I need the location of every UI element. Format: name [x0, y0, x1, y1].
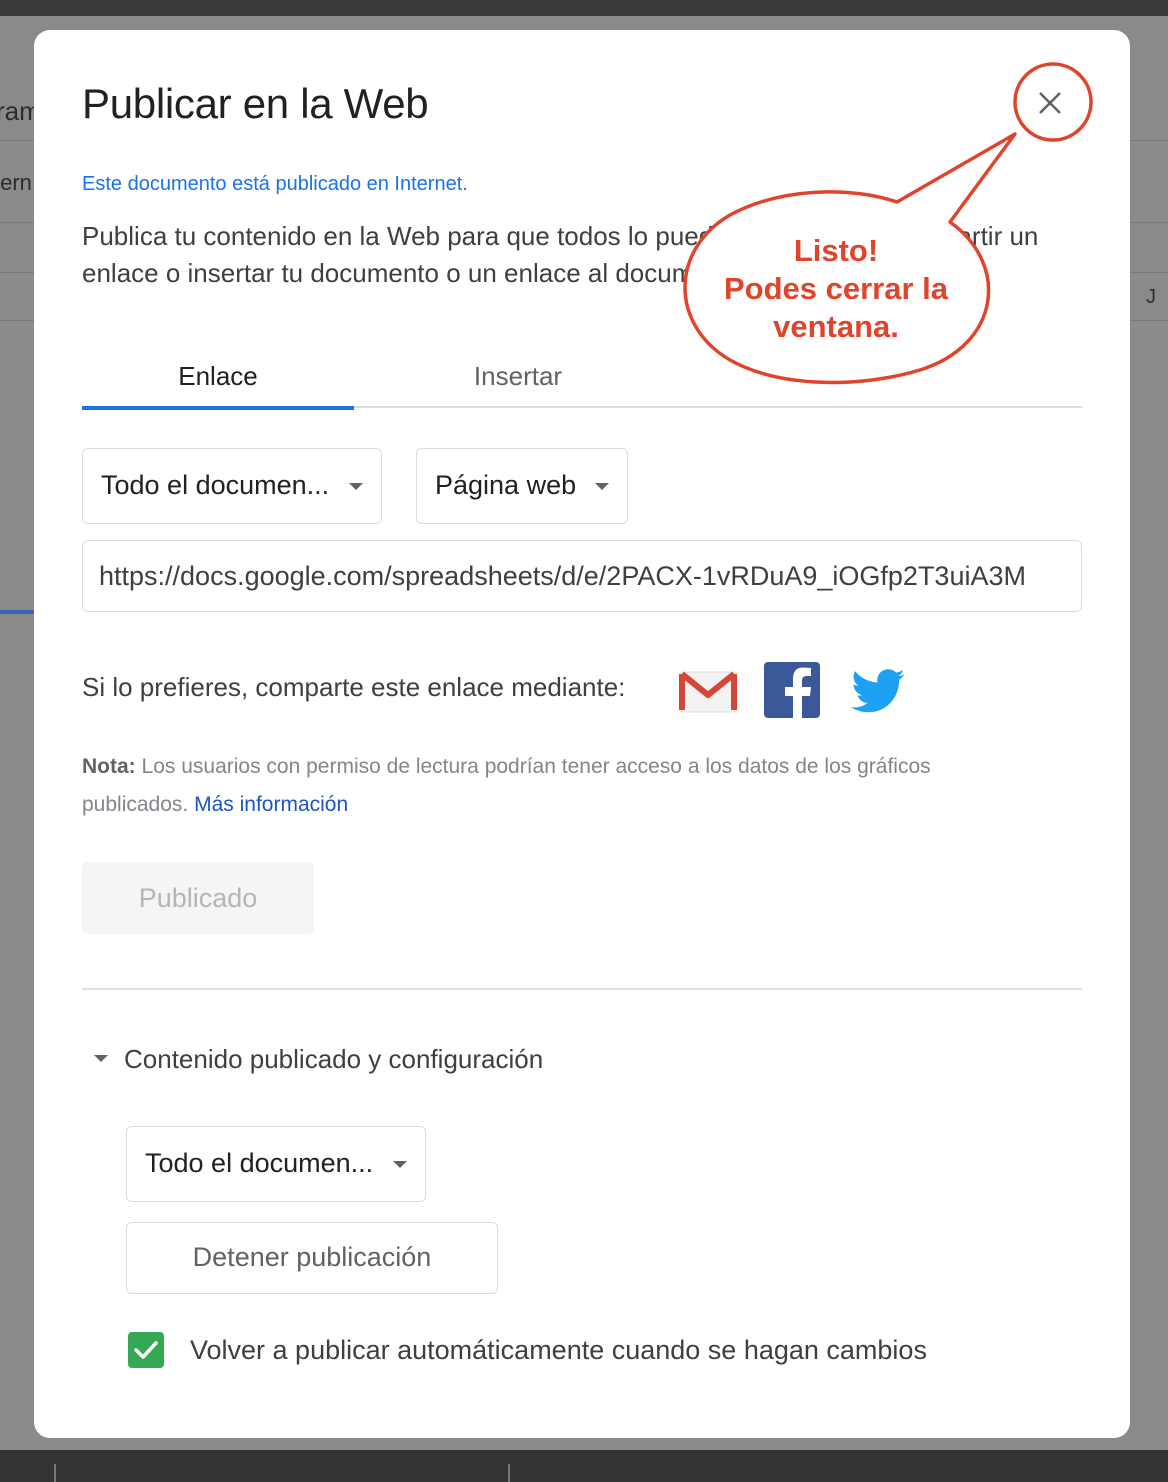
grid-line: [1130, 320, 1168, 321]
grid-line: [0, 140, 34, 141]
divider: [54, 1464, 56, 1482]
published-scope-value: Todo el documen...: [145, 1148, 374, 1178]
chevron-down-icon: [393, 1161, 407, 1168]
grid-line: [0, 272, 34, 273]
scope-dropdown[interactable]: Todo el documen...: [82, 448, 382, 524]
dialog-title: Publicar en la Web: [82, 80, 429, 127]
twitter-share-button[interactable]: [848, 662, 908, 720]
close-icon: [1039, 92, 1061, 114]
section-title: Contenido publicado y configuración: [124, 1044, 544, 1074]
tab-link[interactable]: Enlace: [82, 354, 354, 410]
published-url-field[interactable]: https://docs.google.com/spreadsheets/d/e…: [82, 540, 1082, 612]
background-text-fragment: J: [1146, 286, 1156, 308]
auto-republish-label: Volver a publicar automáticamente cuando…: [190, 1335, 927, 1365]
facebook-share-button[interactable]: [762, 662, 822, 720]
tab-embed[interactable]: Insertar: [382, 354, 654, 408]
chevron-down-icon: [595, 483, 609, 490]
tab-bar: Enlace Insertar: [82, 354, 1082, 410]
background-selection-indicator: [0, 610, 34, 614]
grid-line: [0, 320, 34, 321]
background-text-fragment: tern: [0, 170, 32, 195]
twitter-icon: [851, 669, 905, 713]
facebook-icon: [764, 662, 820, 718]
stop-publishing-button[interactable]: Detener publicación: [126, 1222, 498, 1294]
format-dropdown-value: Página web: [435, 470, 577, 500]
callout-line: Podes cerrar la: [723, 271, 949, 306]
scope-dropdown-value: Todo el documen...: [101, 470, 330, 500]
auto-republish-checkbox[interactable]: [128, 1332, 164, 1368]
gmail-icon: [679, 671, 737, 713]
published-button: Publicado: [82, 862, 314, 934]
format-dropdown[interactable]: Página web: [416, 448, 628, 524]
note-label: Nota:: [82, 755, 136, 778]
caret-down-icon: [94, 1054, 108, 1062]
callout-line: ventana.: [773, 309, 899, 344]
divider: [82, 988, 1082, 990]
grid-line: [0, 222, 34, 223]
checkmark-icon: [134, 1341, 158, 1359]
callout-text: Listo! Podes cerrar la ventana.: [690, 232, 982, 346]
close-button[interactable]: [1030, 83, 1070, 123]
grid-line: [1130, 222, 1168, 223]
published-scope-dropdown[interactable]: Todo el documen...: [126, 1126, 426, 1202]
note-text: Nota: Los usuarios con permiso de lectur…: [82, 748, 1042, 824]
app-top-bar: [0, 0, 1168, 16]
published-settings-toggle[interactable]: Contenido publicado y configuración: [94, 1044, 543, 1075]
divider: [508, 1464, 510, 1482]
share-label: Si lo prefieres, comparte este enlace me…: [82, 672, 626, 702]
grid-line: [1130, 140, 1168, 141]
callout-line: Listo!: [793, 233, 879, 268]
note-learn-more-link[interactable]: Más información: [194, 793, 348, 816]
grid-line: [1130, 272, 1168, 273]
publish-status: Este documento está publicado en Interne…: [82, 173, 468, 195]
chevron-down-icon: [349, 483, 363, 490]
gmail-share-button[interactable]: [678, 662, 738, 720]
sheet-tabs-bar: [0, 1450, 1168, 1482]
